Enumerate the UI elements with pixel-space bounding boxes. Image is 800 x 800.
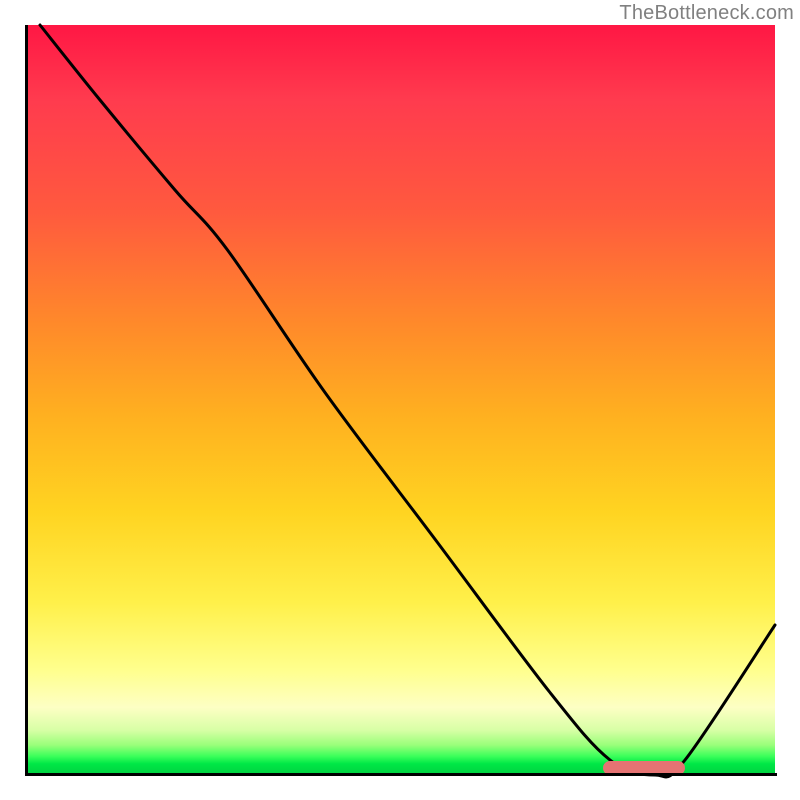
bottleneck-curve-path xyxy=(40,25,775,777)
y-axis xyxy=(25,25,28,775)
watermark-label: TheBottleneck.com xyxy=(619,2,794,25)
bottleneck-chart: TheBottleneck.com xyxy=(0,0,800,800)
curve-layer xyxy=(25,25,775,775)
x-axis xyxy=(25,773,777,776)
